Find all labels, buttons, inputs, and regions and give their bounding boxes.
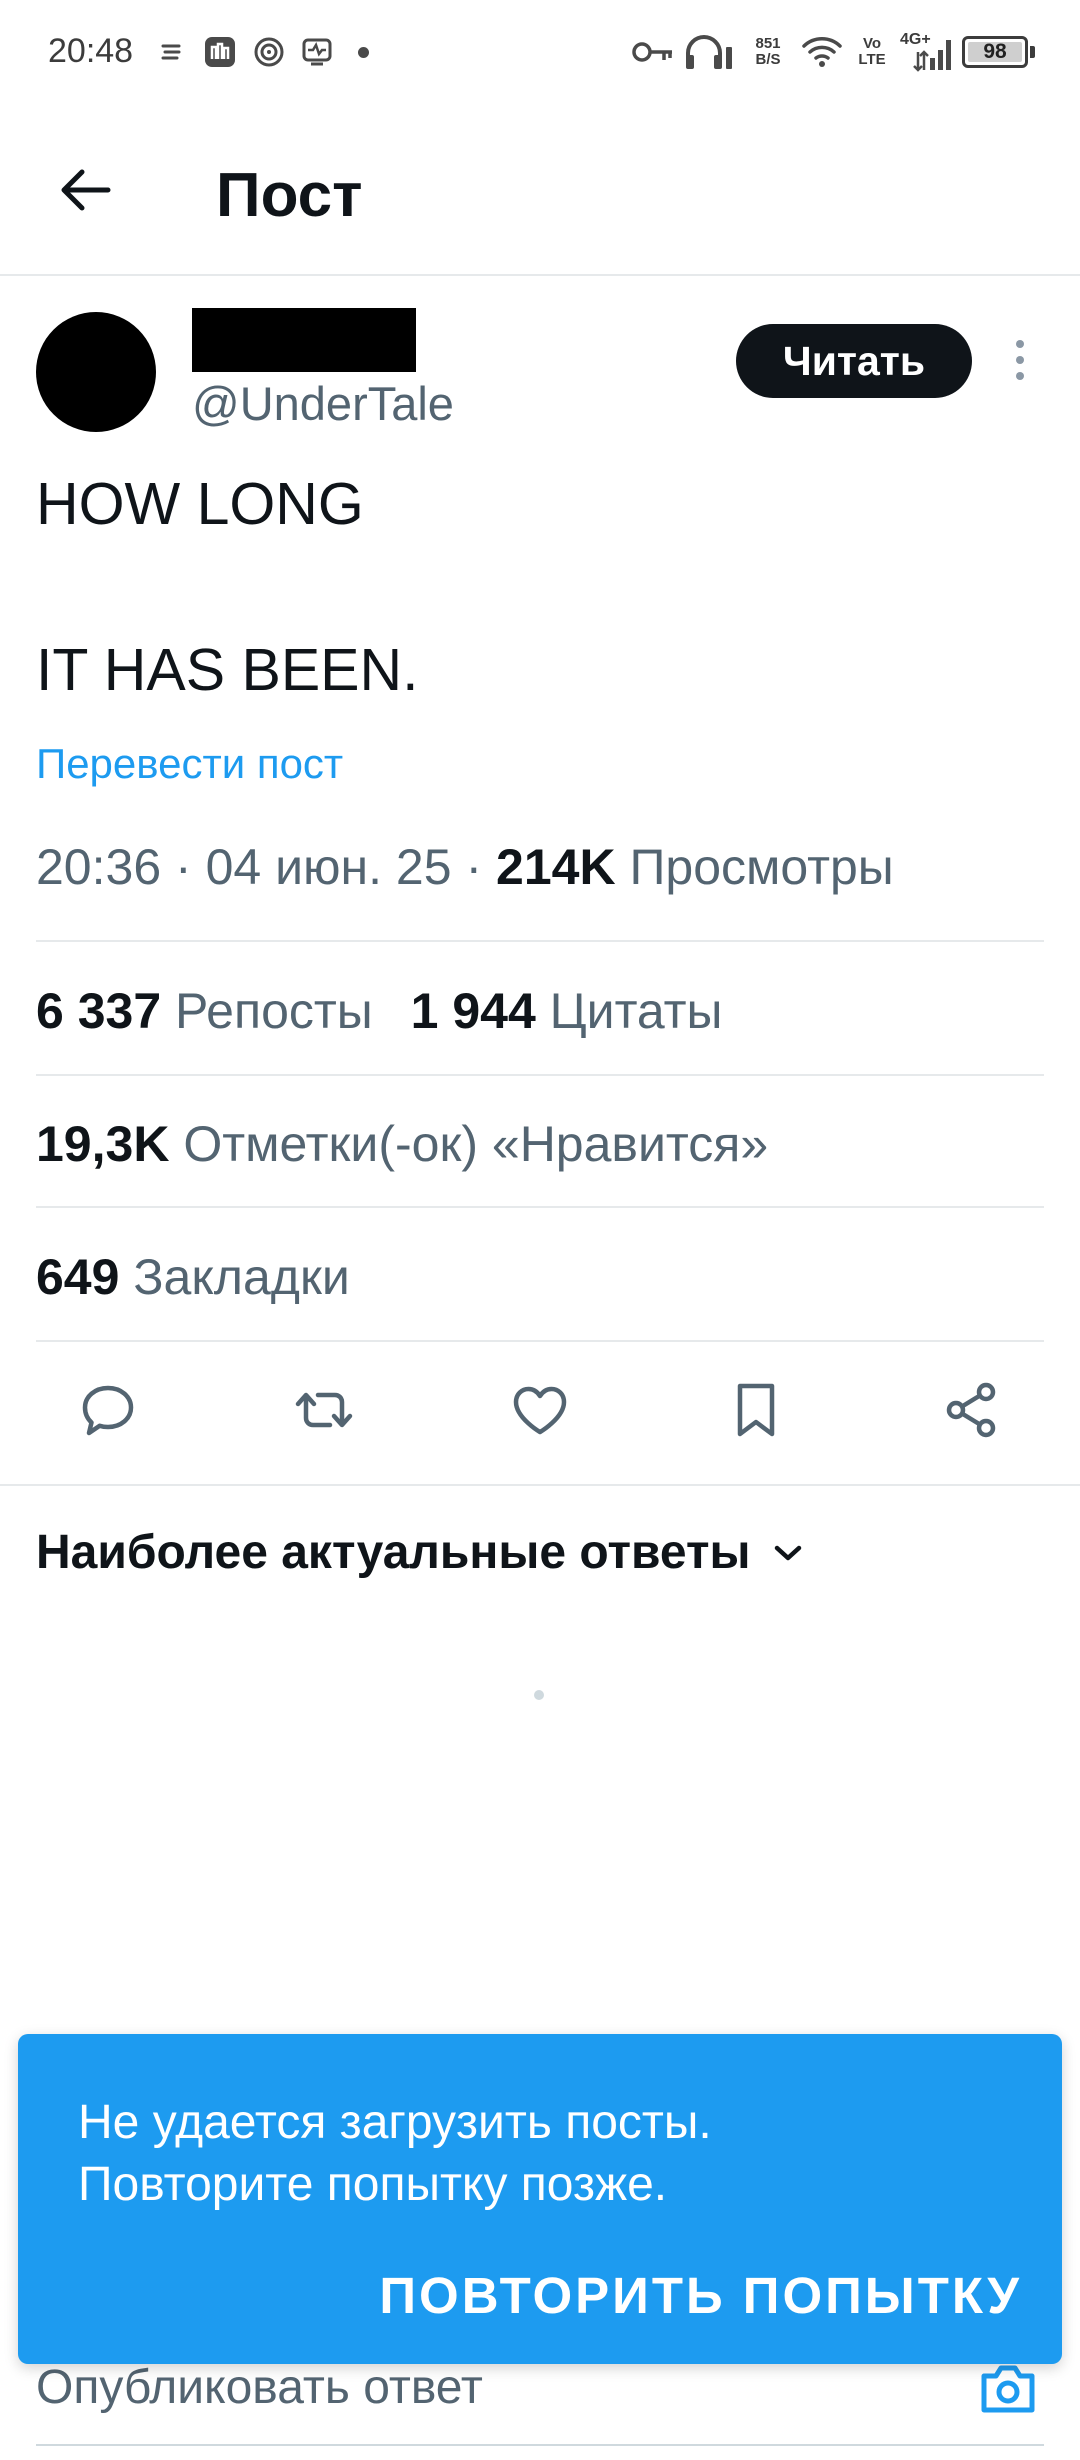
- reposts-stat[interactable]: 6 337 Репосты: [36, 982, 373, 1040]
- status-bar: 20:48 851 B/S Vo LTE 4G+ 98: [0, 0, 1080, 110]
- stats-divider: [36, 1074, 1044, 1076]
- more-dot-icon: [1016, 372, 1024, 380]
- battery-cap: [1030, 46, 1035, 58]
- post-meta: 20:36 · 04 июн. 25 · 214K Просмотры: [36, 838, 894, 896]
- meta-separator: ·: [175, 839, 192, 895]
- reply-input[interactable]: Опубликовать ответ: [36, 2360, 483, 2415]
- like-button[interactable]: [500, 1370, 580, 1450]
- follow-button[interactable]: Читать: [736, 324, 972, 398]
- reposts-quotes-row: 6 337 Репосты 1 944 Цитаты: [36, 982, 722, 1040]
- battery-icon: 98: [962, 36, 1028, 68]
- notification-lines-icon: [160, 32, 184, 72]
- header-divider: [0, 274, 1080, 276]
- volte-indicator: Vo LTE: [854, 32, 890, 72]
- views-label: Просмотры: [629, 839, 894, 895]
- like-icon: [513, 1386, 567, 1435]
- post-text-line-2: IT HAS BEEN.: [36, 637, 419, 703]
- more-dot-icon: [1016, 340, 1024, 348]
- author-handle[interactable]: @UnderTale: [192, 376, 454, 431]
- more-notifications-dot-icon: [356, 32, 370, 72]
- likes-stat[interactable]: 19,3K Отметки(-ок) «Нравится»: [36, 1115, 768, 1173]
- repost-icon: [295, 1392, 353, 1428]
- stats-divider: [36, 940, 1044, 942]
- back-button[interactable]: [44, 150, 124, 230]
- chevron-down-icon: [774, 1545, 801, 1560]
- app-notification-icon: [202, 32, 238, 72]
- key-icon: [632, 32, 674, 72]
- camera-icon: [981, 2365, 1035, 2413]
- meta-separator: ·: [465, 839, 483, 895]
- retry-button[interactable]: ПОВТОРИТЬ ПОПЫТКУ: [379, 2266, 1022, 2325]
- views-count: 214K: [496, 839, 616, 895]
- translate-post-link[interactable]: Перевести пост: [36, 740, 343, 788]
- bookmarks-stat[interactable]: 649 Закладки: [36, 1248, 350, 1306]
- replies-sort-label: Наиболее актуальные ответы: [36, 1526, 751, 1579]
- snackbar-message-line-2: Повторите попытку позже.: [78, 2158, 668, 2211]
- share-icon: [946, 1382, 996, 1438]
- more-dot-icon: [1016, 356, 1024, 364]
- reposts-count: 6 337: [36, 983, 162, 1039]
- post-text-line-1: HOW LONG: [36, 471, 364, 537]
- stats-divider: [36, 1340, 1044, 1342]
- actions-divider: [0, 1484, 1080, 1486]
- replies-sort-dropdown[interactable]: Наиболее актуальные ответы: [36, 1525, 805, 1580]
- share-button[interactable]: [932, 1370, 1012, 1450]
- net-speed-indicator: 851 B/S: [748, 32, 788, 72]
- more-options-button[interactable]: [1000, 330, 1040, 390]
- spiral-app-icon: [252, 32, 286, 72]
- reply-icon: [82, 1385, 134, 1436]
- network-type: 4G+: [900, 31, 931, 48]
- post-time: 20:36: [36, 839, 162, 895]
- quotes-label: Цитаты: [549, 983, 723, 1039]
- likes-label: Отметки(-ок) «Нравится»: [183, 1116, 769, 1172]
- reposts-label: Репосты: [175, 983, 373, 1039]
- battery-level: 98: [983, 40, 1007, 63]
- quotes-count: 1 944: [410, 983, 536, 1039]
- volte-bottom: LTE: [858, 51, 886, 68]
- status-time: 20:48: [48, 32, 134, 70]
- back-arrow-icon: [61, 169, 111, 211]
- volte-top: Vo: [862, 35, 882, 52]
- snackbar-message: Не удается загрузить посты. Повторите по…: [78, 2092, 978, 2216]
- bookmarks-count: 649: [36, 1249, 120, 1305]
- error-snackbar: Не удается загрузить посты. Повторите по…: [18, 2034, 1062, 2364]
- bookmarks-label: Закладки: [133, 1249, 350, 1305]
- bookmark-button[interactable]: [716, 1370, 796, 1450]
- loading-indicator: [534, 1690, 544, 1700]
- net-speed-unit: B/S: [755, 51, 781, 68]
- activity-app-icon: [300, 32, 334, 72]
- snackbar-message-line-1: Не удается загрузить посты.: [78, 2096, 712, 2149]
- likes-count: 19,3K: [36, 1116, 170, 1172]
- page-title: Пост: [216, 161, 363, 230]
- post-date: 04 июн. 25: [205, 839, 452, 895]
- cellular-signal-icon: 4G+: [900, 32, 956, 72]
- author-avatar[interactable]: [36, 312, 156, 432]
- bookmark-icon: [737, 1383, 775, 1437]
- stats-divider: [36, 1206, 1044, 1208]
- composer-underline: [36, 2444, 1044, 2446]
- net-speed-value: 851: [755, 35, 781, 52]
- repost-button[interactable]: [284, 1370, 364, 1450]
- quotes-stat[interactable]: 1 944 Цитаты: [411, 982, 723, 1040]
- author-name-redacted[interactable]: [192, 308, 416, 372]
- wifi-icon: [800, 32, 844, 72]
- reply-button[interactable]: [68, 1370, 148, 1450]
- headphones-icon: [684, 32, 734, 72]
